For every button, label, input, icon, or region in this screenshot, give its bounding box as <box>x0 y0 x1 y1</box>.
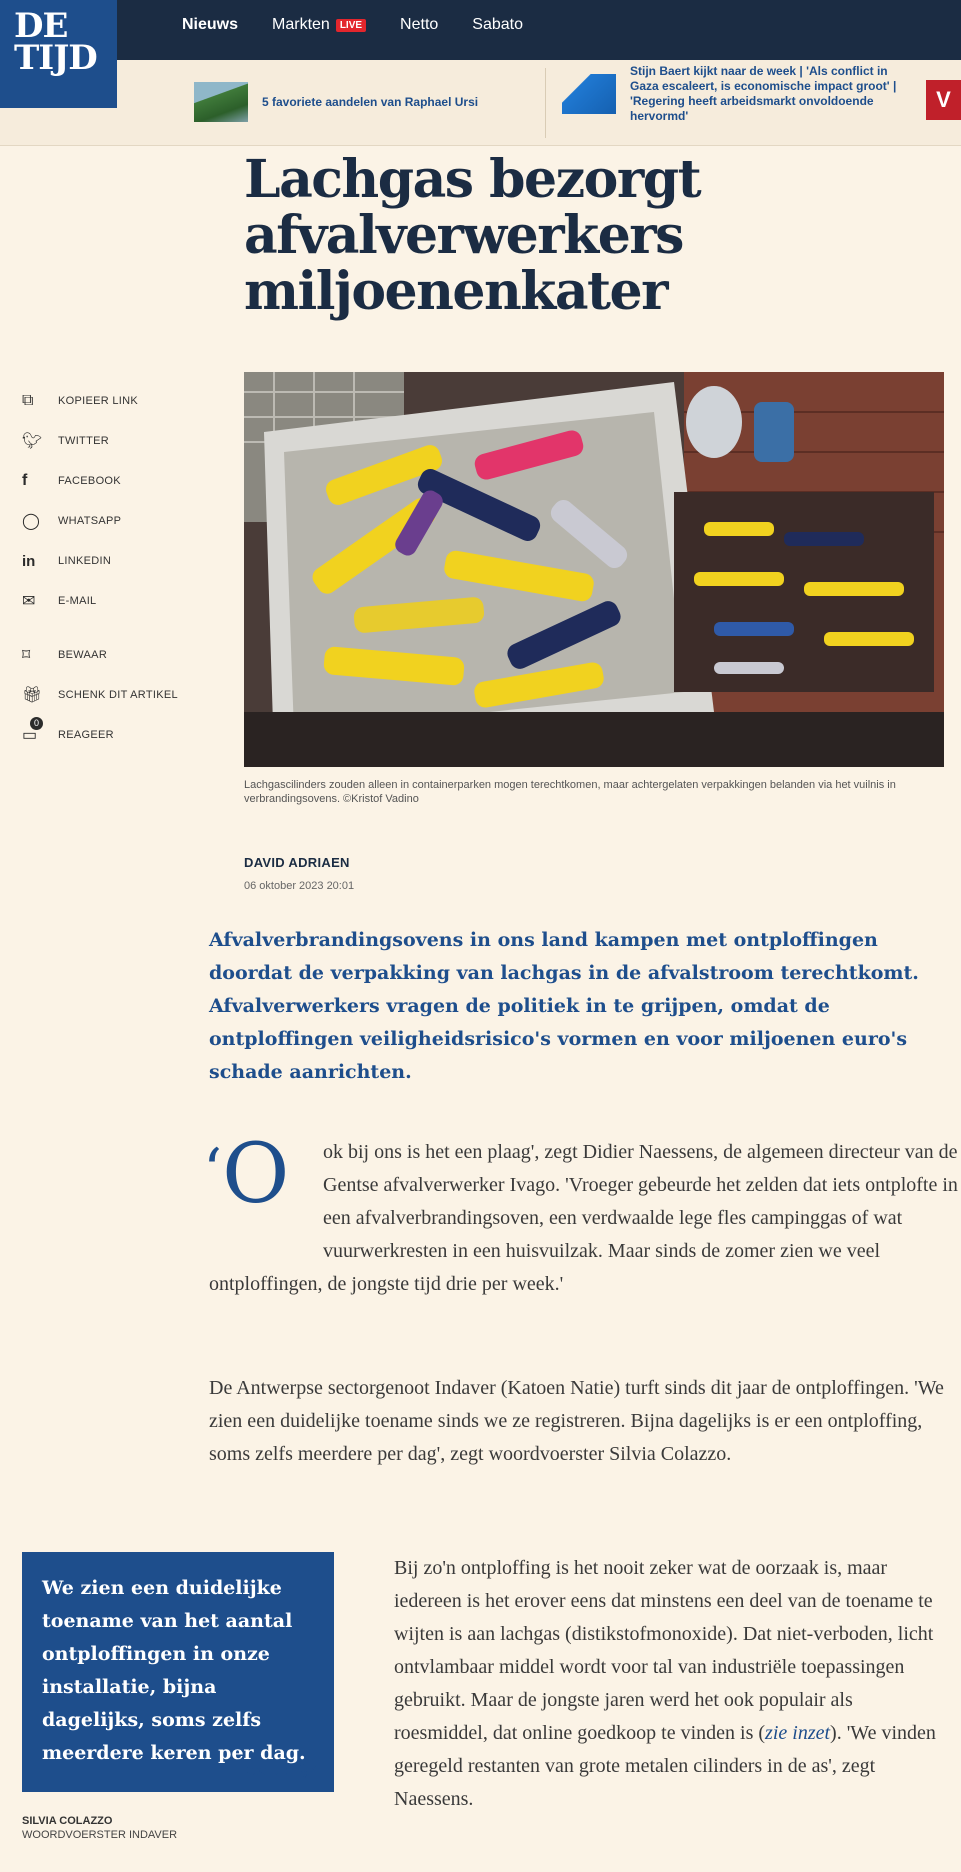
nav-label: Netto <box>400 16 439 33</box>
drop-cap: ‘O <box>203 1134 311 1262</box>
paragraph-text: Bij zo'n ontploffing is het nooit zeker … <box>394 1557 934 1744</box>
comment-icon: ▭ 0 <box>22 717 58 745</box>
publish-date: 06 oktober 2023 20:01 <box>244 880 355 892</box>
teaser-item[interactable]: 5 favoriete aandelen van Raphael Ursi <box>194 82 478 122</box>
paragraph-text: ok bij ons is het een plaag', zegt Didie… <box>209 1141 958 1295</box>
share-label: KOPIEER LINK <box>58 395 139 407</box>
share-label: BEWAAR <box>58 649 108 661</box>
share-label: TWITTER <box>58 435 109 447</box>
comment-button[interactable]: ▭ 0 REAGEER <box>22 715 222 755</box>
quote-author-name: SILVIA COLAZZO <box>22 1815 113 1827</box>
share-quote-label: Deel op <box>241 1762 292 1778</box>
mail-icon: ✉ <box>22 593 36 610</box>
inset-reference-link[interactable]: zie inzet <box>765 1722 830 1744</box>
nav-item-nieuws[interactable]: Nieuws <box>182 16 238 34</box>
image-caption: Lachgascilinders zouden alleen in contai… <box>244 779 896 805</box>
laughing-gas-canisters-photo <box>244 372 944 767</box>
comment-count: 0 <box>30 717 43 730</box>
nav-label: Sabato <box>472 16 524 33</box>
share-facebook[interactable]: f FACEBOOK <box>22 461 222 501</box>
nav-label: Markten <box>272 16 330 33</box>
teaser-title: 5 favoriete aandelen van Raphael Ursi <box>262 94 479 109</box>
article-hero-image <box>244 372 944 767</box>
bookmark-icon: ⌑ <box>22 647 31 664</box>
share-label: SCHENK DIT ARTIKEL <box>58 689 178 701</box>
teaser-title: Stijn Baert kijkt naar de week | 'Als co… <box>630 64 897 123</box>
share-label: E-MAIL <box>58 595 97 607</box>
share-whatsapp[interactable]: ◯ WHATSAPP <box>22 501 222 541</box>
share-label: LINKEDIN <box>58 555 112 567</box>
teaser-thumbnail <box>194 82 248 122</box>
share-twitter[interactable]: 🐦︎ TWITTER <box>22 421 222 461</box>
pull-quote: We zien een duidelijke toename van het a… <box>22 1552 334 1792</box>
nav-item-sabato[interactable]: Sabato <box>472 16 523 34</box>
teaser-strip: 5 favoriete aandelen van Raphael Ursi St… <box>0 60 961 146</box>
de-tijd-logo[interactable]: DE TIJD <box>0 0 117 108</box>
linkedin-icon: in <box>22 552 36 570</box>
twitter-icon: 🐦︎ <box>297 1762 318 1779</box>
main-nav: Nieuws Markten LIVE Netto Sabato <box>182 16 523 34</box>
share-label: WHATSAPP <box>58 515 122 527</box>
live-badge: LIVE <box>335 18 367 32</box>
share-email[interactable]: ✉ E-MAIL <box>22 581 222 621</box>
author-name[interactable]: DAVID ADRIAEN <box>244 855 350 870</box>
body-paragraph: De Antwerpse sectorgenoot Indaver (Katoe… <box>209 1377 944 1465</box>
gift-article-button[interactable]: 🎁︎ SCHENK DIT ARTIKEL <box>22 675 222 715</box>
logo-line-2: TIJD <box>14 38 98 78</box>
article-title: Lachgas bezorgt afvalverwerkers miljoene… <box>244 149 702 322</box>
teaser-divider <box>545 68 546 138</box>
share-linkedin[interactable]: in LINKEDIN <box>22 541 222 581</box>
article-intro: Afvalverbrandingsovens in ons land kampe… <box>209 929 919 1083</box>
nav-item-markten[interactable]: Markten LIVE <box>272 16 367 34</box>
nav-item-netto[interactable]: Netto <box>400 16 438 34</box>
teaser-thumbnail-partial[interactable]: V <box>926 80 961 120</box>
facebook-icon: f <box>22 472 28 489</box>
share-copy-link[interactable]: ⧉ KOPIEER LINK <box>22 381 222 421</box>
pull-quote-tail <box>22 1736 44 1758</box>
share-sidebar: ⧉ KOPIEER LINK 🐦︎ TWITTER f FACEBOOK ◯ W… <box>22 381 222 755</box>
top-navigation-bar: Nieuws Markten LIVE Netto Sabato <box>0 0 961 60</box>
copy-icon: ⧉ <box>22 392 34 409</box>
share-label: FACEBOOK <box>58 475 121 487</box>
gift-icon: 🎁︎ <box>22 687 43 704</box>
drop-cap-letter: O <box>222 1127 290 1222</box>
save-article-button[interactable]: ⌑ BEWAAR <box>22 635 222 675</box>
body-paragraph: ‘O ok bij ons is het een plaag', zegt Di… <box>203 1134 959 1301</box>
twitter-icon: 🐦︎ <box>22 433 43 450</box>
share-label: REAGEER <box>58 729 114 741</box>
quote-author-role: WOORDVOERSTER INDAVER <box>22 1829 178 1841</box>
share-quote-twitter-button[interactable]: Deel op 🐦︎ <box>241 1760 318 1780</box>
teaser-item[interactable]: Stijn Baert kijkt naar de week | 'Als co… <box>562 64 902 124</box>
nav-label: Nieuws <box>182 16 239 33</box>
teaser-thumbnail <box>562 74 616 114</box>
whatsapp-icon: ◯ <box>22 513 40 530</box>
drop-cap-quote: ‘ <box>203 1136 223 1206</box>
body-paragraph: Bij zo'n ontploffing is het nooit zeker … <box>394 1552 949 1816</box>
